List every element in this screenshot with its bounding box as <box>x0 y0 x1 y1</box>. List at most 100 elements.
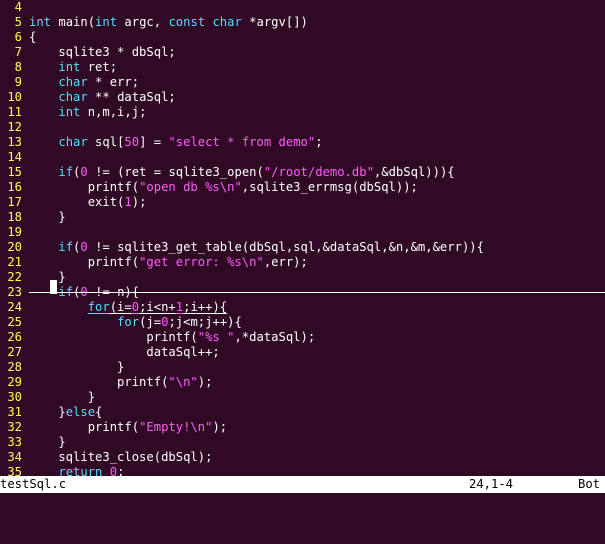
line-number: 10 <box>7 90 22 104</box>
code-token: } <box>29 210 66 224</box>
code-text: sqlite3_close(dbSql); <box>29 450 212 465</box>
code-line[interactable]: 27 dataSql++; <box>0 345 605 360</box>
code-text: int n,m,i,j; <box>29 105 146 120</box>
code-token: int <box>58 105 81 119</box>
line-number: 5 <box>14 15 22 29</box>
code-token: ;i<n+ <box>139 300 176 314</box>
code-line[interactable]: 20 if(0 != sqlite3_get_table(dbSql,sql,&… <box>0 240 605 255</box>
code-text: { <box>29 30 36 45</box>
code-text: } <box>29 270 65 285</box>
line-number: 26 <box>7 330 22 344</box>
code-text: return 0; <box>29 465 124 476</box>
code-line[interactable]: 7 sqlite3 * dbSql; <box>0 45 605 60</box>
code-text: for(i=0;i<n+1;i++){ <box>29 300 227 315</box>
code-token: * err; <box>87 75 140 89</box>
code-token: "/root/demo.db" <box>263 165 374 179</box>
code-token: *argv[]) <box>241 15 308 29</box>
line-number: 7 <box>14 45 22 59</box>
code-line[interactable]: 15 if(0 != (ret = sqlite3_open("/root/de… <box>0 165 605 180</box>
code-line[interactable]: 21 printf("get error: %s\n",err); <box>0 255 605 270</box>
code-text: char * err; <box>29 75 139 90</box>
code-token: } <box>29 435 66 449</box>
code-token: 1 <box>175 300 184 314</box>
code-token: "open db %s\n" <box>139 180 242 194</box>
code-token: (j= <box>139 315 162 329</box>
code-line[interactable]: 30 } <box>0 390 605 405</box>
code-token: int <box>95 15 118 29</box>
code-text: } <box>29 360 124 375</box>
code-token: "select * from demo" <box>168 135 316 149</box>
code-line[interactable]: 16 printf("open db %s\n",sqlite3_errmsg(… <box>0 180 605 195</box>
code-line[interactable]: 26 printf("%s ",*dataSql); <box>0 330 605 345</box>
code-token: "Empty!\n" <box>139 420 213 434</box>
code-line[interactable]: 22 } <box>0 270 605 285</box>
code-token: sqlite3_close(dbSql); <box>29 450 213 464</box>
code-line[interactable]: 34 sqlite3_close(dbSql); <box>0 450 605 465</box>
code-line[interactable]: 17 exit(1); <box>0 195 605 210</box>
code-line[interactable]: 11 int n,m,i,j; <box>0 105 605 120</box>
code-line[interactable]: 25 for(j=0;j<m;j++){ <box>0 315 605 330</box>
code-token: else <box>65 405 96 419</box>
code-line[interactable]: 24 for(i=0;i<n+1;i++){ <box>0 300 605 315</box>
line-number: 6 <box>14 30 22 44</box>
code-token: ; <box>117 465 125 476</box>
code-token: dataSql++; <box>29 345 220 359</box>
code-line[interactable]: 32 printf("Empty!\n"); <box>0 420 605 435</box>
code-line[interactable]: 29 printf("\n"); <box>0 375 605 390</box>
code-token: ,&dbSql))){ <box>373 165 455 179</box>
code-token: n,m,i,j; <box>80 105 147 119</box>
code-token: 0 <box>80 240 88 254</box>
line-number: 25 <box>7 315 22 329</box>
line-number: 16 <box>7 180 22 194</box>
code-token: char <box>58 90 88 104</box>
line-number: 14 <box>7 150 22 164</box>
code-line[interactable]: 5 int main(int argc, const char *argv[]) <box>0 15 605 30</box>
code-line[interactable]: 14 <box>0 150 605 165</box>
vim-editor[interactable]: 4 5 int main(int argc, const char *argv[])… <box>0 0 605 476</box>
code-line[interactable]: 13 char sql[50] = "select * from demo"; <box>0 135 605 150</box>
code-line[interactable]: 28 } <box>0 360 605 375</box>
code-text: sqlite3 * dbSql; <box>29 45 175 60</box>
code-text: printf("\n"); <box>29 375 212 390</box>
text-cursor <box>50 280 57 294</box>
code-text: exit(1); <box>29 195 147 210</box>
code-token: for <box>87 300 110 314</box>
line-number: 20 <box>7 240 22 254</box>
line-number: 32 <box>7 420 22 434</box>
code-token: } <box>29 405 66 419</box>
line-number: 11 <box>7 105 22 119</box>
code-token: { <box>29 30 37 44</box>
code-line[interactable]: 33 } <box>0 435 605 450</box>
status-filename: testSql.c <box>0 477 67 491</box>
code-line[interactable]: 31 }else{ <box>0 405 605 420</box>
code-line[interactable]: 9 char * err; <box>0 75 605 90</box>
code-token: (i= <box>109 300 132 314</box>
code-line[interactable]: 4 <box>0 0 605 15</box>
code-token: printf( <box>29 180 140 194</box>
code-text: } <box>29 390 95 405</box>
code-line[interactable]: 8 int ret; <box>0 60 605 75</box>
code-text: if(0 != sqlite3_get_table(dbSql,sql,&dat… <box>29 240 484 255</box>
line-number: 28 <box>7 360 22 374</box>
line-number: 21 <box>7 255 22 269</box>
code-line[interactable]: 35 return 0; <box>0 465 605 476</box>
line-number: 15 <box>7 165 22 179</box>
code-token: ;i++){ <box>183 300 228 314</box>
code-token: } <box>29 390 96 404</box>
code-line[interactable]: 19 <box>0 225 605 240</box>
code-line[interactable]: 10 char ** dataSql; <box>0 90 605 105</box>
code-token: ,err); <box>263 255 308 269</box>
code-token: "%s " <box>197 330 235 344</box>
code-line[interactable]: 12 <box>0 120 605 135</box>
code-token: ); <box>212 420 228 434</box>
code-line[interactable]: 6{ <box>0 30 605 45</box>
code-line[interactable]: 18 } <box>0 210 605 225</box>
code-token: char <box>58 135 88 149</box>
code-text: printf("open db %s\n",sqlite3_errmsg(dbS… <box>29 180 418 195</box>
